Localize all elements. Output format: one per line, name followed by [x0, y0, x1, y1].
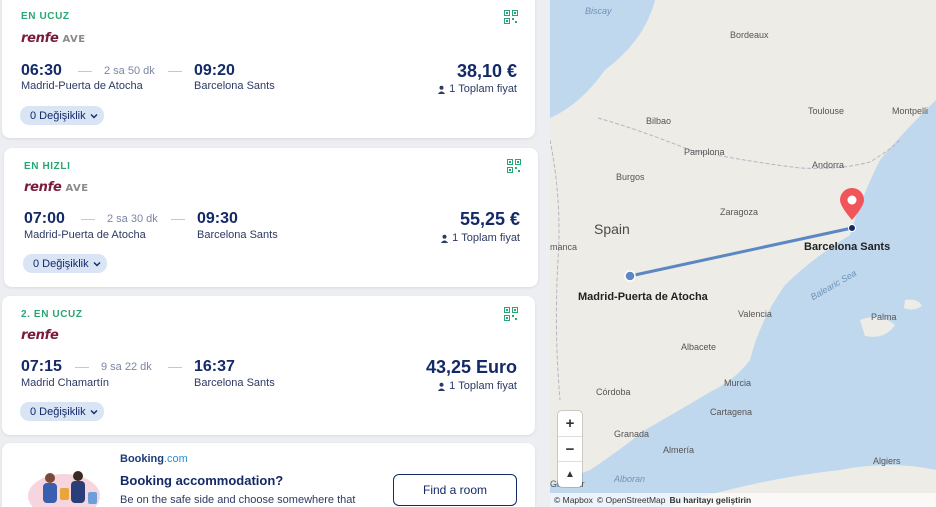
passenger-info: 1 Toplam fiyat: [440, 232, 520, 244]
mapbox-attribution[interactable]: © Mapbox: [554, 495, 593, 505]
changes-dropdown[interactable]: 0 Değişiklik: [20, 106, 104, 125]
chevron-down-icon: [90, 409, 98, 414]
departure-time: 07:15: [21, 358, 62, 375]
qr-code-icon[interactable]: [504, 10, 518, 24]
passenger-info: 1 Toplam fiyat: [437, 380, 517, 392]
map-label-valencia: Valencia: [738, 309, 772, 319]
changes-label: 0 Değişiklik: [30, 109, 86, 122]
result-card-fastest[interactable]: EN HIZLI renfe AVE 07:00 2 sa 30 dk 09:30…: [4, 148, 538, 287]
price: 38,10 €: [456, 61, 517, 81]
map-origin-label: Madrid-Puerta de Atocha: [578, 291, 708, 303]
map-destination-label: Barcelona Sants: [804, 241, 891, 253]
divider: [81, 219, 95, 220]
destination-station: Barcelona Sants: [194, 377, 275, 389]
accommodation-promo: Booking.com Booking accommodation? Be on…: [2, 443, 535, 507]
travelers-illustration: [28, 471, 100, 507]
person-icon: [441, 234, 449, 243]
promo-title: Booking accommodation?: [120, 473, 284, 488]
promo-text: Be on the safe side and choose somewhere…: [120, 494, 356, 506]
result-card-cheapest[interactable]: EN UCUZ renfe AVE 06:30 2 sa 50 dk 09:20 …: [2, 0, 535, 138]
map-label-bordeaux: Bordeaux: [730, 30, 769, 40]
map-label-andorra: Andorra: [812, 160, 845, 170]
divider: [171, 219, 185, 220]
map-label-bilbao: Bilbao: [646, 116, 672, 126]
map-label-granada: Granada: [614, 429, 650, 439]
map-attribution: © Mapbox © OpenStreetMap Bu haritayı gel…: [550, 493, 936, 507]
departure-time: 06:30: [21, 62, 62, 79]
divider: [168, 367, 182, 368]
map-label-burgos: Burgos: [616, 172, 645, 182]
changes-dropdown[interactable]: 0 Değişiklik: [23, 254, 107, 273]
map-label-montpellier: Montpelli: [892, 106, 929, 116]
arrival-time: 16:37: [194, 358, 235, 375]
changes-dropdown[interactable]: 0 Değişiklik: [20, 402, 104, 421]
trip-duration: 2 sa 30 dk: [107, 213, 158, 225]
origin-station: Madrid Chamartín: [21, 377, 110, 389]
operator-logo: renfe: [21, 328, 59, 343]
osm-attribution[interactable]: © OpenStreetMap: [597, 495, 666, 505]
divider: [75, 367, 89, 368]
price: 55,25 €: [459, 209, 520, 229]
chevron-down-icon: [90, 113, 98, 118]
origin-station: Madrid-Puerta de Atocha: [24, 229, 146, 241]
find-room-button[interactable]: Find a room: [393, 474, 517, 506]
result-tag: 2. EN UCUZ: [21, 309, 83, 320]
origin-station: Madrid-Puerta de Atocha: [21, 80, 143, 92]
improve-map-link[interactable]: Bu haritayı geliştirin: [670, 495, 752, 505]
qr-code-icon[interactable]: [504, 307, 518, 321]
map-label-salamanca: manca: [550, 242, 578, 252]
map-label-cartagena: Cartagena: [710, 407, 753, 417]
changes-label: 0 Değişiklik: [30, 405, 86, 418]
map-label-cordoba: Córdoba: [596, 387, 631, 397]
divider: [168, 71, 182, 72]
price: 43,25 Euro: [425, 357, 517, 377]
destination-station: Barcelona Sants: [197, 229, 278, 241]
map-label-almeria: Almería: [663, 445, 695, 455]
map-label-spain: Spain: [594, 221, 630, 237]
map-label-murcia: Murcia: [724, 378, 752, 388]
operator-logo: renfe AVE: [21, 31, 86, 46]
arrival-time: 09:30: [197, 210, 238, 227]
map-label-toulouse: Toulouse: [808, 106, 845, 116]
map-label-zaragoza: Zaragoza: [720, 207, 759, 217]
changes-label: 0 Değişiklik: [33, 257, 89, 270]
destination-station: Barcelona Sants: [194, 80, 275, 92]
map-zoom-controls: + − ▲: [558, 411, 582, 487]
zoom-out-button[interactable]: −: [558, 437, 582, 463]
person-icon: [438, 382, 446, 391]
result-tag: EN UCUZ: [21, 11, 70, 22]
map-label-biscay: Biscay: [585, 6, 612, 16]
chevron-down-icon: [93, 261, 101, 266]
map-label-alboran: Alboran: [614, 474, 646, 484]
map-label-palma: Palma: [871, 312, 897, 322]
route-map[interactable]: Biscay Bordeaux Toulouse Montpelli Bilba…: [550, 0, 936, 507]
passenger-info: 1 Toplam fiyat: [437, 83, 517, 95]
compass-button[interactable]: ▲: [558, 462, 582, 487]
arrival-time: 09:20: [194, 62, 235, 79]
zoom-in-button[interactable]: +: [558, 411, 582, 437]
booking-logo: Booking.com: [120, 453, 188, 465]
map-label-pamplona: Pamplona: [684, 147, 725, 157]
map-label-albacete: Albacete: [681, 342, 717, 352]
operator-logo: renfe AVE: [24, 180, 89, 195]
qr-code-icon[interactable]: [507, 159, 521, 173]
results-list: EN UCUZ renfe AVE 06:30 2 sa 50 dk 09:20 …: [0, 0, 550, 507]
person-icon: [438, 85, 446, 94]
trip-duration: 2 sa 50 dk: [104, 65, 155, 77]
departure-time: 07:00: [24, 210, 65, 227]
divider: [78, 71, 92, 72]
result-tag: EN HIZLI: [24, 161, 71, 172]
trip-duration: 9 sa 22 dk: [101, 361, 152, 373]
map-label-algiers: Algiers: [873, 456, 901, 466]
result-card-second-cheapest[interactable]: 2. EN UCUZ renfe 07:15 9 sa 22 dk 16:37 …: [2, 296, 535, 435]
